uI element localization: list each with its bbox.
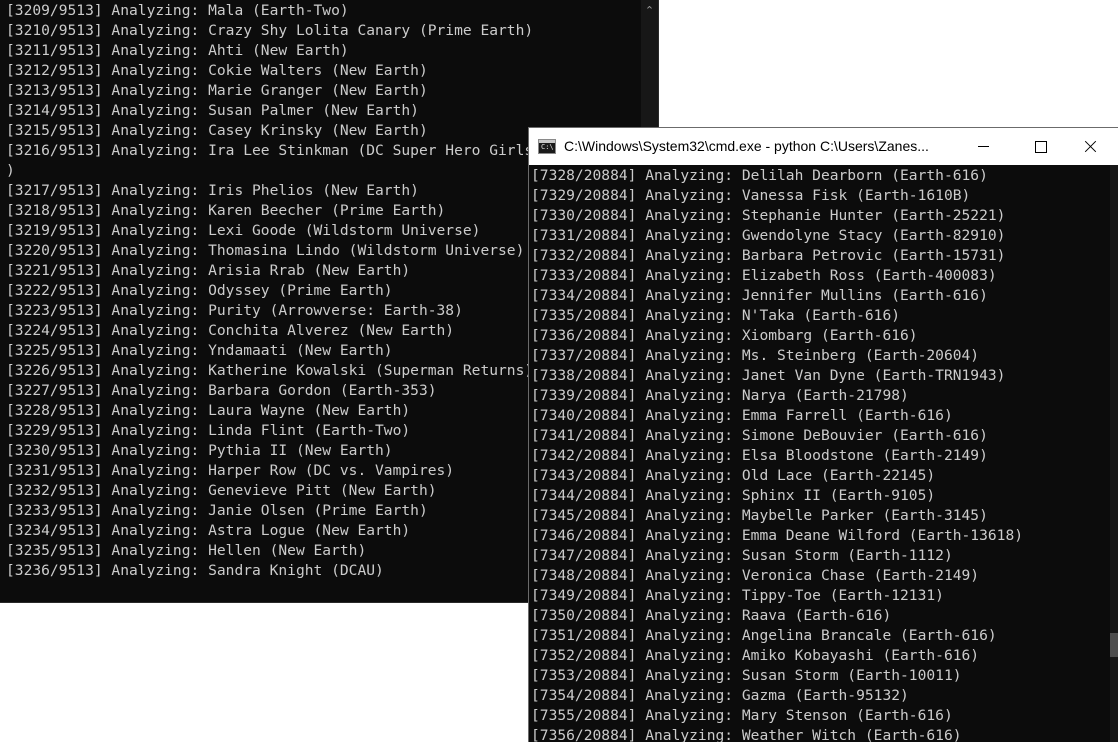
console-line: [7347/20884] Analyzing: Susan Storm (Ear… xyxy=(531,547,953,564)
console-line: [3209/9513] Analyzing: Mala (Earth-Two) xyxy=(6,2,349,19)
console-line: [7336/20884] Analyzing: Xiombarg (Earth-… xyxy=(531,327,918,344)
window-title: C:\Windows\System32\cmd.exe - python C:\… xyxy=(564,138,929,154)
console-line: [7349/20884] Analyzing: Tippy-Toe (Earth… xyxy=(531,587,944,604)
console-line: ) xyxy=(6,162,15,179)
console-line: [3229/9513] Analyzing: Linda Flint (Eart… xyxy=(6,422,411,439)
console-line: [7334/20884] Analyzing: Jennifer Mullins… xyxy=(531,287,988,304)
console-line: [3235/9513] Analyzing: Hellen (New Earth… xyxy=(6,542,367,559)
console-line: [7353/20884] Analyzing: Susan Storm (Ear… xyxy=(531,667,962,684)
maximize-icon xyxy=(1035,141,1047,153)
console-line: [3218/9513] Analyzing: Karen Beecher (Pr… xyxy=(6,202,446,219)
console-line: [3227/9513] Analyzing: Barbara Gordon (E… xyxy=(6,382,437,399)
console-line: [3230/9513] Analyzing: Pythia II (New Ea… xyxy=(6,442,393,459)
console-line: [7329/20884] Analyzing: Vanessa Fisk (Ea… xyxy=(531,187,971,204)
console-line: [3210/9513] Analyzing: Crazy Shy Lolita … xyxy=(6,22,534,39)
console-line: [7356/20884] Analyzing: Weather Witch (E… xyxy=(531,727,962,742)
console-line: [7354/20884] Analyzing: Gazma (Earth-951… xyxy=(531,687,909,704)
front-console-output: [7328/20884] Analyzing: Delilah Dearborn… xyxy=(531,166,1023,742)
console-line: [3211/9513] Analyzing: Ahti (New Earth) xyxy=(6,42,349,59)
scroll-up-icon[interactable]: ⌃ xyxy=(641,0,658,20)
console-line: [3216/9513] Analyzing: Ira Lee Stinkman … xyxy=(6,142,534,159)
console-line: [7344/20884] Analyzing: Sphinx II (Earth… xyxy=(531,487,936,504)
console-line: [3236/9513] Analyzing: Sandra Knight (DC… xyxy=(6,562,384,579)
cmd-icon: C:\ xyxy=(538,139,556,154)
console-line: [3221/9513] Analyzing: Arisia Rrab (New … xyxy=(6,262,411,279)
console-line: [3220/9513] Analyzing: Thomasina Lindo (… xyxy=(6,242,525,259)
console-line: [7343/20884] Analyzing: Old Lace (Earth-… xyxy=(531,467,936,484)
console-line: [3232/9513] Analyzing: Genevieve Pitt (N… xyxy=(6,482,437,499)
console-line: [3215/9513] Analyzing: Casey Krinsky (Ne… xyxy=(6,122,428,139)
scrollbar-thumb[interactable] xyxy=(1110,633,1118,657)
console-line: [3234/9513] Analyzing: Astra Logue (New … xyxy=(6,522,411,539)
console-line: [3225/9513] Analyzing: Yndamaati (New Ea… xyxy=(6,342,393,359)
console-line: [7342/20884] Analyzing: Elsa Bloodstone … xyxy=(531,447,988,464)
console-line: [7328/20884] Analyzing: Delilah Dearborn… xyxy=(531,167,988,184)
console-line: [3228/9513] Analyzing: Laura Wayne (New … xyxy=(6,402,411,419)
console-line: [7346/20884] Analyzing: Emma Deane Wilfo… xyxy=(531,527,1024,544)
console-line: [7340/20884] Analyzing: Emma Farrell (Ea… xyxy=(531,407,953,424)
console-line: [7355/20884] Analyzing: Mary Stenson (Ea… xyxy=(531,707,953,724)
console-line: [3226/9513] Analyzing: Katherine Kowalsk… xyxy=(6,362,534,379)
console-line: [7351/20884] Analyzing: Angelina Brancal… xyxy=(531,627,997,644)
console-line: [3219/9513] Analyzing: Lexi Goode (Wilds… xyxy=(6,222,481,239)
console-line: [7337/20884] Analyzing: Ms. Steinberg (E… xyxy=(531,347,980,364)
console-line: [7330/20884] Analyzing: Stephanie Hunter… xyxy=(531,207,1006,224)
console-line: [3214/9513] Analyzing: Susan Palmer (New… xyxy=(6,102,419,119)
front-console-window[interactable]: C:\ C:\Windows\System32\cmd.exe - python… xyxy=(528,127,1118,742)
console-line: [3222/9513] Analyzing: Odyssey (Prime Ea… xyxy=(6,282,393,299)
console-line: [7345/20884] Analyzing: Maybelle Parker … xyxy=(531,507,988,524)
console-line: [3213/9513] Analyzing: Marie Granger (Ne… xyxy=(6,82,428,99)
console-line: [7331/20884] Analyzing: Gwendolyne Stacy… xyxy=(531,227,1006,244)
title-bar[interactable]: C:\ C:\Windows\System32\cmd.exe - python… xyxy=(529,128,1118,165)
cmd-icon-text: C:\ xyxy=(541,143,554,151)
maximize-button[interactable] xyxy=(1012,128,1070,165)
console-line: [3212/9513] Analyzing: Cokie Walters (Ne… xyxy=(6,62,428,79)
console-line: [7339/20884] Analyzing: Narya (Earth-217… xyxy=(531,387,909,404)
console-line: [7338/20884] Analyzing: Janet Van Dyne (… xyxy=(531,367,1006,384)
front-console-scrollbar[interactable] xyxy=(1110,165,1118,742)
console-line: [3224/9513] Analyzing: Conchita Alverez … xyxy=(6,322,455,339)
console-line: [7348/20884] Analyzing: Veronica Chase (… xyxy=(531,567,980,584)
console-line: [3233/9513] Analyzing: Janie Olsen (Prim… xyxy=(6,502,428,519)
console-line: [3231/9513] Analyzing: Harper Row (DC vs… xyxy=(6,462,455,479)
console-line: [7350/20884] Analyzing: Raava (Earth-616… xyxy=(531,607,892,624)
console-line: [7352/20884] Analyzing: Amiko Kobayashi … xyxy=(531,647,980,664)
back-console-output: [3209/9513] Analyzing: Mala (Earth-Two) [… xyxy=(6,1,533,581)
console-line: [7335/20884] Analyzing: N'Taka (Earth-61… xyxy=(531,307,901,324)
console-line: [7333/20884] Analyzing: Elizabeth Ross (… xyxy=(531,267,997,284)
console-line: [3217/9513] Analyzing: Iris Phelios (New… xyxy=(6,182,419,199)
console-line: [7332/20884] Analyzing: Barbara Petrovic… xyxy=(531,247,1006,264)
minimize-button[interactable] xyxy=(954,128,1012,165)
console-line: [7341/20884] Analyzing: Simone DeBouvier… xyxy=(531,427,988,444)
minimize-icon xyxy=(978,146,989,147)
console-line: [3223/9513] Analyzing: Purity (Arrowvers… xyxy=(6,302,463,319)
close-button[interactable] xyxy=(1070,128,1118,165)
